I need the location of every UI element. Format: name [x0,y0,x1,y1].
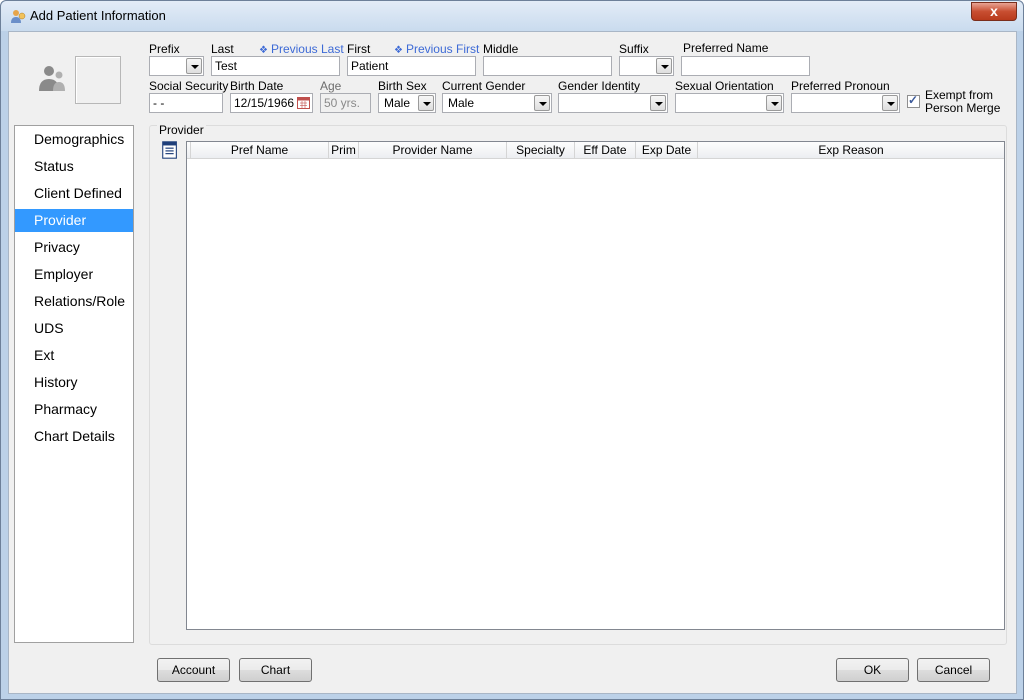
dialog-client: Prefix Last ❖ Previous Last First ❖ Previo… [8,31,1017,694]
nav-item-history[interactable]: History [15,371,133,394]
current-gender-value: Male [448,96,475,110]
col-eff-date[interactable]: Eff Date [575,142,636,159]
last-name-input[interactable]: Test [211,56,340,76]
preferred-name-input[interactable] [681,56,810,76]
nav-item-chart-details[interactable]: Chart Details [15,425,133,448]
ssn-label: Social Security [149,79,229,93]
suffix-label: Suffix [619,42,649,56]
nav-item-relations-role[interactable]: Relations/Role [15,290,133,313]
check-icon: ✓ [908,93,919,107]
ok-button[interactable]: OK [836,658,909,682]
chevron-down-icon[interactable] [766,95,782,111]
nav-item-pharmacy[interactable]: Pharmacy [15,398,133,421]
close-button[interactable]: x [971,2,1017,21]
app-icon [11,10,26,23]
col-provider-name[interactable]: Provider Name [359,142,507,159]
dialog-window: Add Patient Information x Prefix Last ❖ P… [0,0,1024,700]
current-gender-label: Current Gender [442,79,526,93]
provider-group-title: Provider [157,123,206,137]
birth-sex-value: Male [384,96,411,110]
gender-identity-label: Gender Identity [558,79,641,93]
cancel-button[interactable]: Cancel [917,658,990,682]
chevron-down-icon[interactable] [650,95,666,111]
nav-item-employer[interactable]: Employer [15,263,133,286]
birth-sex-select[interactable]: Male [378,93,436,113]
provider-grid-header: Pref Name Prim Provider Name Specialty E… [187,142,1004,159]
chart-button[interactable]: Chart [239,658,312,682]
previous-last-link[interactable]: ❖ Previous Last [259,42,344,56]
title-bar[interactable]: Add Patient Information x [1,1,1023,31]
suffix-select[interactable] [619,56,674,76]
birth-date-value: 12/15/1966 [234,96,295,110]
list-icon[interactable] [159,139,181,161]
calendar-icon[interactable] [297,96,310,109]
nav-item-privacy[interactable]: Privacy [15,236,133,259]
nav-item-status[interactable]: Status [15,155,133,178]
preferred-pronoun-label: Preferred Pronoun [791,79,890,93]
previous-first-link[interactable]: ❖ Previous First [394,42,479,56]
person-icon [39,66,65,91]
exempt-label-line1: Exempt from [925,88,994,102]
first-label: First [347,42,371,56]
current-gender-select[interactable]: Male [442,93,552,113]
col-specialty[interactable]: Specialty [507,142,575,159]
col-exp-reason[interactable]: Exp Reason [698,142,1004,159]
col-prim[interactable]: Prim [329,142,359,159]
diamond-icon: ❖ [259,45,268,56]
col-exp-date[interactable]: Exp Date [636,142,698,159]
exempt-label-line2: Person Merge [925,101,1001,115]
sexual-orientation-select[interactable] [675,93,784,113]
first-name-input[interactable]: Patient [347,56,476,76]
middle-name-input[interactable] [483,56,612,76]
age-input: 50 yrs. [320,93,371,113]
age-label: Age [320,79,342,93]
exempt-checkbox[interactable]: ✓ [907,93,920,108]
nav-item-ext[interactable]: Ext [15,344,133,367]
nav-item-uds[interactable]: UDS [15,317,133,340]
section-nav: Demographics Status Client Defined Provi… [14,125,134,643]
nav-item-demographics[interactable]: Demographics [15,128,133,151]
close-icon: x [990,3,998,19]
chevron-down-icon[interactable] [882,95,898,111]
diamond-icon: ❖ [394,45,403,56]
exempt-label: Exempt from Person Merge [925,89,1000,115]
gender-identity-select[interactable] [558,93,668,113]
middle-label: Middle [483,42,519,56]
preferred-name-label: Preferred Name [683,41,769,55]
account-button[interactable]: Account [157,658,230,682]
last-label: Last [211,42,234,56]
chevron-down-icon[interactable] [534,95,550,111]
chevron-down-icon[interactable] [656,58,672,74]
nav-item-provider[interactable]: Provider [15,209,133,232]
col-pref-name[interactable]: Pref Name [191,142,329,159]
birth-date-label: Birth Date [230,79,284,93]
photo-box[interactable] [75,56,121,104]
prefix-label: Prefix [149,42,180,56]
window-title: Add Patient Information [30,8,166,23]
previous-first-text: Previous First [405,42,480,56]
ssn-input[interactable]: - - [149,93,223,113]
nav-item-client-defined[interactable]: Client Defined [15,182,133,205]
birth-date-input[interactable]: 12/15/1966 [230,93,313,113]
sexual-orientation-label: Sexual Orientation [675,79,774,93]
preferred-pronoun-select[interactable] [791,93,900,113]
chevron-down-icon[interactable] [186,58,202,74]
birth-sex-label: Birth Sex [378,79,427,93]
previous-last-text: Previous Last [270,42,344,56]
chevron-down-icon[interactable] [418,95,434,111]
provider-grid[interactable]: Pref Name Prim Provider Name Specialty E… [186,141,1005,630]
prefix-select[interactable] [149,56,204,76]
